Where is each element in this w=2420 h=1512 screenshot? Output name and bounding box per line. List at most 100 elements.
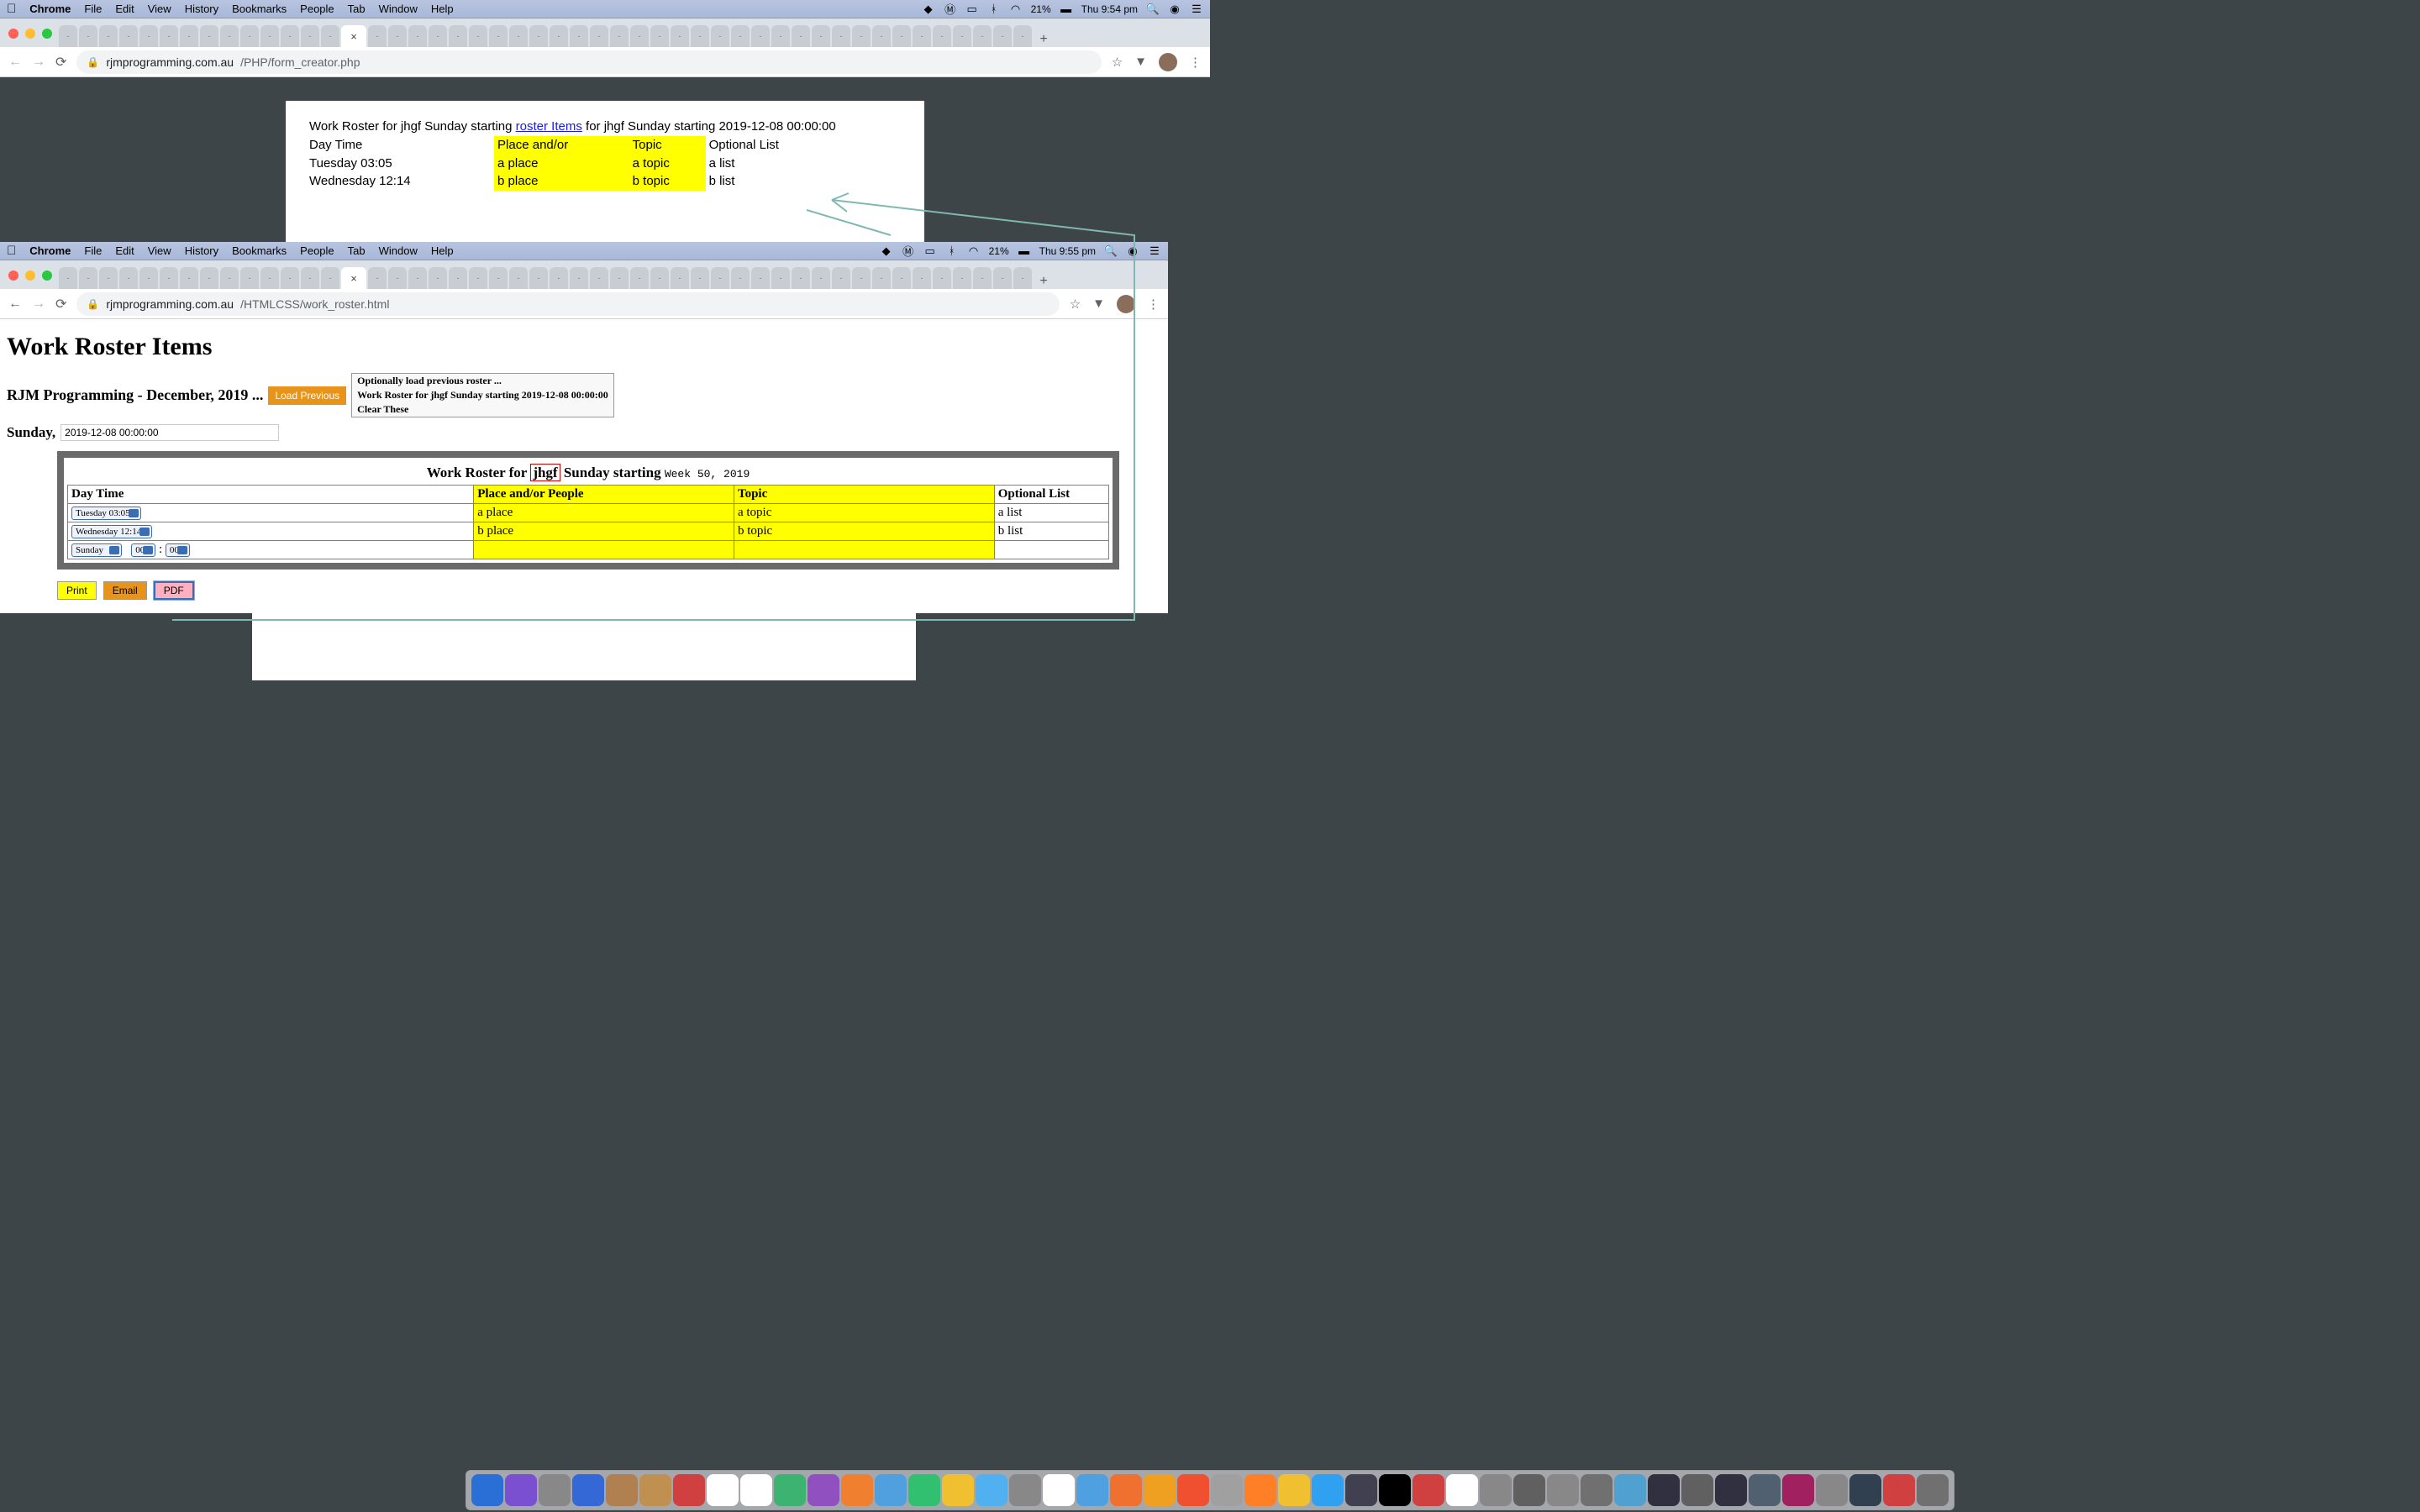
browser-tab[interactable]: · [368, 25, 387, 47]
browser-tab[interactable]: · [408, 267, 427, 289]
close-tab-icon[interactable]: × [350, 30, 357, 43]
browser-tab[interactable]: · [119, 267, 138, 289]
chrome-menu-icon[interactable]: ⋮ [1147, 297, 1160, 312]
back-button[interactable]: ← [8, 55, 22, 70]
browser-tab[interactable]: · [79, 267, 97, 289]
previous-roster-select[interactable]: Optionally load previous roster ... Work… [351, 373, 614, 417]
url-input[interactable]: 🔒 rjmprogramming.com.au/PHP/form_creator… [76, 50, 1101, 74]
dock-app-icon[interactable] [808, 1474, 839, 1506]
dock-app-icon[interactable] [505, 1474, 537, 1506]
wifi-icon[interactable]: ◠ [967, 244, 981, 258]
browser-tab[interactable]: · [321, 267, 339, 289]
cell-topic[interactable]: b topic [734, 522, 994, 541]
dock-app-icon[interactable] [539, 1474, 571, 1506]
dock-app-icon[interactable] [1681, 1474, 1713, 1506]
dock-app-icon[interactable] [1715, 1474, 1747, 1506]
dock-app-icon[interactable] [1849, 1474, 1881, 1506]
airplay-icon[interactable]: ▭ [923, 244, 937, 258]
window-zoom-button[interactable] [42, 270, 52, 281]
browser-tab[interactable]: · [671, 267, 689, 289]
menu-bookmarks[interactable]: Bookmarks [232, 244, 287, 257]
wifi-icon[interactable]: ◠ [1009, 3, 1023, 16]
browser-tab[interactable]: · [281, 267, 299, 289]
status-icon[interactable]: Ⓜ [944, 3, 957, 16]
browser-tab[interactable]: · [99, 25, 118, 47]
menu-view[interactable]: View [148, 244, 171, 257]
browser-tab[interactable]: · [892, 25, 911, 47]
window-zoom-button[interactable] [42, 29, 52, 39]
browser-tab[interactable]: · [139, 25, 158, 47]
browser-tab[interactable]: · [160, 267, 178, 289]
email-button[interactable]: Email [103, 581, 147, 600]
cell-optional[interactable]: a list [994, 504, 1108, 522]
dock-app-icon[interactable] [639, 1474, 671, 1506]
browser-tab[interactable]: · [180, 25, 198, 47]
browser-tab[interactable]: × [341, 267, 366, 289]
browser-tab[interactable]: · [408, 25, 427, 47]
status-icon[interactable]: Ⓜ [902, 244, 915, 258]
dock-app-icon[interactable] [1379, 1474, 1411, 1506]
dock-app-icon[interactable] [1816, 1474, 1848, 1506]
browser-tab[interactable]: · [281, 25, 299, 47]
notification-center-icon[interactable]: ☰ [1190, 3, 1203, 16]
dock-app-icon[interactable] [1009, 1474, 1041, 1506]
dock-app-icon[interactable] [1345, 1474, 1377, 1506]
browser-tab[interactable]: · [731, 25, 750, 47]
browser-tab[interactable]: · [792, 267, 810, 289]
dock-app-icon[interactable] [1547, 1474, 1579, 1506]
browser-tab[interactable]: · [731, 267, 750, 289]
window-minimize-button[interactable] [25, 270, 35, 281]
apple-menu-icon[interactable]:  [7, 2, 16, 16]
menu-tab[interactable]: Tab [348, 244, 366, 257]
browser-tab[interactable]: · [240, 267, 259, 289]
dock-app-icon[interactable] [471, 1474, 503, 1506]
browser-tab[interactable]: · [240, 25, 259, 47]
browser-tab[interactable]: · [200, 25, 218, 47]
profile-icon[interactable] [1159, 53, 1177, 71]
browser-tab[interactable]: · [872, 267, 891, 289]
siri-icon[interactable]: ◉ [1168, 3, 1181, 16]
browser-tab[interactable]: · [529, 25, 548, 47]
browser-tab[interactable]: · [630, 267, 649, 289]
browser-tab[interactable]: · [260, 267, 279, 289]
dock-app-icon[interactable] [740, 1474, 772, 1506]
dock-app-icon[interactable] [1917, 1474, 1949, 1506]
battery-icon[interactable]: ▬ [1060, 3, 1073, 16]
browser-tab[interactable]: · [650, 267, 669, 289]
dock-app-icon[interactable] [1278, 1474, 1310, 1506]
browser-tab[interactable]: · [993, 25, 1012, 47]
menu-bookmarks[interactable]: Bookmarks [232, 3, 287, 15]
browser-tab[interactable]: · [220, 267, 239, 289]
dock-app-icon[interactable] [1244, 1474, 1276, 1506]
browser-tab[interactable]: · [771, 267, 790, 289]
browser-tab[interactable]: · [301, 267, 319, 289]
browser-tab[interactable]: · [489, 267, 508, 289]
menu-edit[interactable]: Edit [115, 244, 134, 257]
dock-app-icon[interactable] [572, 1474, 604, 1506]
pdf-button[interactable]: PDF [154, 581, 194, 600]
browser-tab[interactable]: · [550, 25, 568, 47]
dock-app-icon[interactable] [1211, 1474, 1243, 1506]
dock-app-icon[interactable] [1480, 1474, 1512, 1506]
spotlight-icon[interactable]: 🔍 [1104, 244, 1118, 258]
menu-people[interactable]: People [300, 244, 334, 257]
browser-tab[interactable]: · [1013, 267, 1032, 289]
hour-select[interactable]: 00 [131, 543, 155, 557]
cell-optional[interactable]: b list [994, 522, 1108, 541]
menu-edit[interactable]: Edit [115, 3, 134, 15]
browser-tab[interactable]: · [509, 25, 528, 47]
loadbox-option[interactable]: Optionally load previous roster ... [352, 374, 613, 388]
notification-center-icon[interactable]: ☰ [1148, 244, 1161, 258]
browser-tab[interactable]: · [691, 267, 709, 289]
dock-app-icon[interactable] [606, 1474, 638, 1506]
dock-app-icon[interactable] [1413, 1474, 1444, 1506]
browser-tab[interactable]: · [610, 267, 629, 289]
loadbox-option[interactable]: Work Roster for jhgf Sunday starting 201… [352, 388, 613, 402]
browser-tab[interactable]: · [671, 25, 689, 47]
extension-icon[interactable]: ▼ [1134, 55, 1147, 69]
sunday-date-input[interactable] [60, 424, 279, 441]
extension-icon[interactable]: ▼ [1092, 297, 1105, 311]
browser-tab[interactable]: · [993, 267, 1012, 289]
chrome-menu-icon[interactable]: ⋮ [1189, 55, 1202, 70]
forward-button[interactable]: → [32, 297, 45, 312]
